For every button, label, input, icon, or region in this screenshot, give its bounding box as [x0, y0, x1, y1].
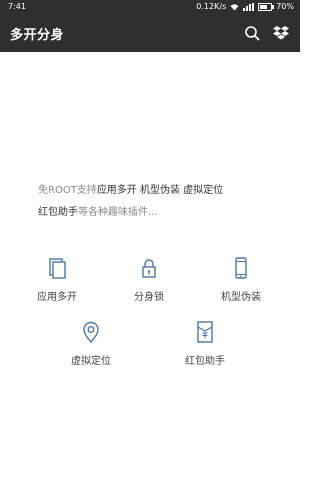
- status-bar: 7:41 0.12K/s 70%: [0, 0, 300, 14]
- intro-text: 免ROOT支持应用多开 机型伪装 虚拟定位 红包助手等各种趣味插件...: [38, 180, 278, 224]
- intro-part-4: 等各种趣味插件...: [78, 207, 158, 218]
- feature-label: 机型伪装: [221, 292, 261, 303]
- intro-part-2: 应用多开 机型伪装 虚拟定位: [96, 185, 224, 196]
- battery-icon: [258, 3, 275, 11]
- app-clone-icon: [49, 258, 66, 279]
- location-icon: [83, 321, 99, 344]
- feature-virtual-location[interactable]: 虚拟定位: [46, 320, 136, 367]
- app-bar-actions: [244, 24, 290, 42]
- feature-app-clone[interactable]: 应用多开: [12, 256, 102, 303]
- feature-label: 应用多开: [37, 292, 77, 303]
- wifi-icon: [230, 3, 239, 11]
- phone-disguise-icon: [235, 257, 247, 279]
- feature-phone-disguise[interactable]: 机型伪装: [196, 256, 286, 303]
- app-bar: 多开分身: [0, 14, 300, 52]
- feature-clone-lock[interactable]: 分身锁: [104, 256, 194, 303]
- search-icon[interactable]: [244, 25, 260, 41]
- battery-percent: 70%: [276, 2, 294, 11]
- app-screen: 7:41 0.12K/s 70% 多开分身 免ROOT支持应用多开 机型伪装 虚…: [0, 0, 300, 481]
- feature-label: 红包助手: [185, 356, 225, 367]
- dropbox-icon[interactable]: [272, 24, 290, 42]
- status-right: 0.12K/s 70%: [196, 0, 294, 14]
- network-speed: 0.12K/s: [196, 2, 227, 11]
- feature-red-envelope[interactable]: 红包助手: [160, 320, 250, 367]
- signal-icon: [243, 3, 255, 11]
- intro-part-3: 红包助手: [38, 207, 78, 218]
- red-envelope-icon: [197, 321, 213, 343]
- status-time: 7:41: [8, 2, 26, 11]
- intro-part-1: 免ROOT支持: [38, 185, 97, 196]
- page-title: 多开分身: [10, 28, 65, 43]
- feature-label: 分身锁: [134, 292, 164, 303]
- feature-label: 虚拟定位: [71, 356, 111, 367]
- lock-icon: [142, 259, 156, 278]
